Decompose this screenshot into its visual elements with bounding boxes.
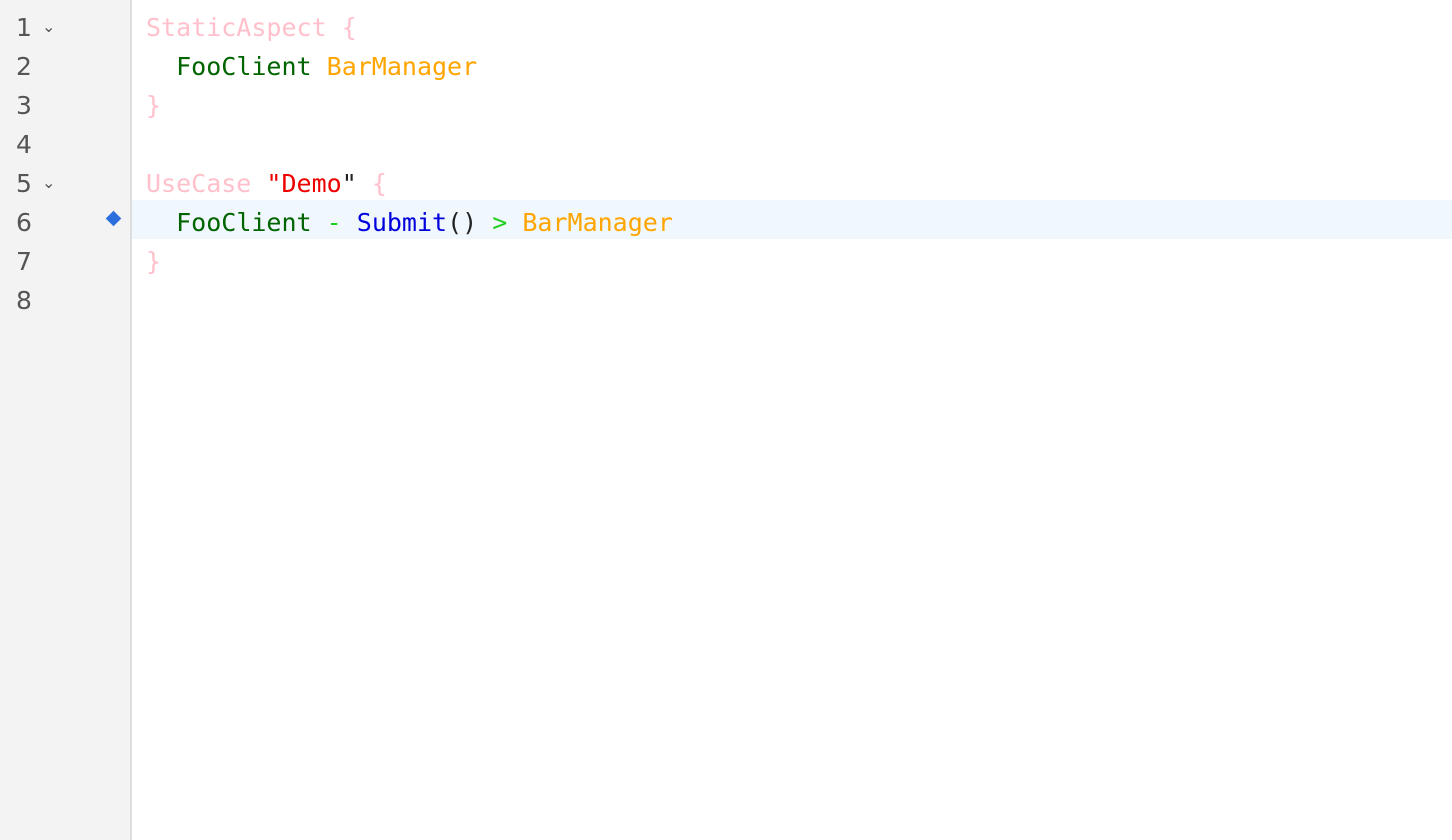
gutter-row-5: 5 ⌄	[0, 161, 130, 200]
method-token: Submit	[356, 208, 448, 237]
keyword-token: UseCase	[146, 169, 252, 198]
operator-token: >	[492, 208, 508, 237]
gutter-row-7: 7	[0, 239, 130, 278]
brace-token: }	[146, 91, 162, 120]
gutter-row-2: 2	[0, 44, 130, 83]
code-line-6[interactable]: FooClient - Submit() > BarManager	[132, 200, 1452, 239]
code-area[interactable]: StaticAspect { FooClient BarManager } Us…	[132, 0, 1452, 840]
code-line-2[interactable]: FooClient BarManager	[132, 44, 1452, 83]
gutter-row-1: 1 ⌄	[0, 5, 130, 44]
line-number: 1	[16, 13, 32, 42]
brace-token: {	[341, 13, 357, 42]
quote-token: "	[266, 169, 282, 198]
code-line-4[interactable]	[132, 122, 1452, 161]
line-number: 4	[16, 130, 32, 159]
code-line-3[interactable]: }	[132, 83, 1452, 122]
string-token: Demo	[281, 169, 342, 198]
line-gutter: 1 ⌄ 2 3 4 5 ⌄ 6 7 8	[0, 0, 132, 840]
code-line-1[interactable]: StaticAspect {	[132, 5, 1452, 44]
gutter-row-8: 8	[0, 278, 130, 317]
brace-token: }	[146, 247, 162, 276]
code-line-8[interactable]	[132, 278, 1452, 317]
identifier-token: FooClient	[176, 208, 312, 237]
line-number: 2	[16, 52, 32, 81]
operator-token: -	[326, 208, 342, 237]
target-token: BarManager	[522, 208, 673, 237]
brace-token: {	[371, 169, 387, 198]
line-number: 8	[16, 286, 32, 315]
line-number: 6	[16, 208, 32, 237]
chevron-down-icon[interactable]: ⌄	[42, 13, 55, 41]
parens-token: ()	[447, 208, 478, 237]
target-token: BarManager	[326, 52, 478, 81]
line-number: 7	[16, 247, 32, 276]
keyword-token: StaticAspect	[146, 13, 327, 42]
gutter-row-6: 6	[0, 200, 130, 239]
code-editor[interactable]: 1 ⌄ 2 3 4 5 ⌄ 6 7 8 StaticAspect { FooCl…	[0, 0, 1452, 840]
line-number: 5	[16, 169, 32, 198]
gutter-row-3: 3	[0, 83, 130, 122]
gutter-row-4: 4	[0, 122, 130, 161]
code-line-5[interactable]: UseCase "Demo" {	[132, 161, 1452, 200]
quote-token: "	[341, 169, 357, 198]
diamond-icon[interactable]	[105, 210, 122, 227]
code-line-7[interactable]: }	[132, 239, 1452, 278]
line-number: 3	[16, 91, 32, 120]
identifier-token: FooClient	[176, 52, 312, 81]
chevron-down-icon[interactable]: ⌄	[42, 169, 55, 197]
